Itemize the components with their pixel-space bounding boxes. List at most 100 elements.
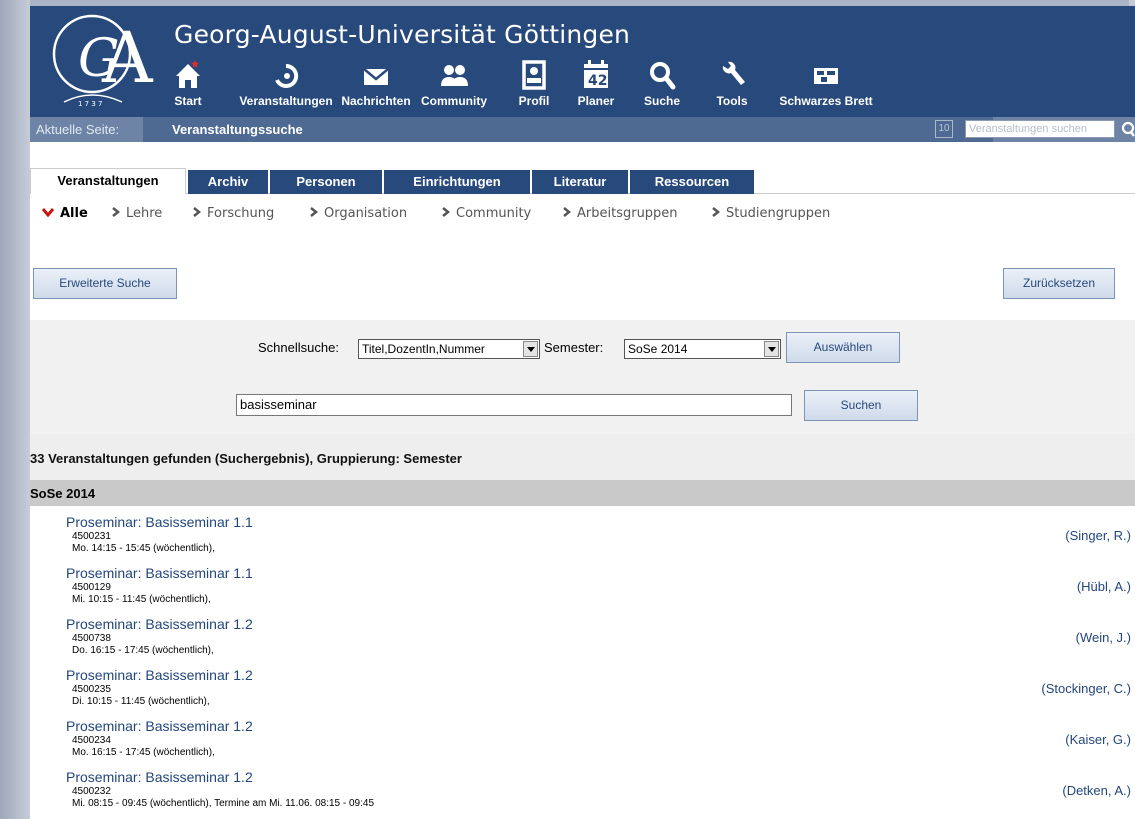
result-row: Proseminar: Basisseminar 1.1 4500129 Mi.… xyxy=(30,557,1135,608)
home-icon xyxy=(168,54,208,92)
course-time: Mo. 16:15 - 17:45 (wöchentlich), xyxy=(72,747,215,758)
nav-schwarzes-brett[interactable]: Schwarzes Brett xyxy=(772,54,880,114)
seminar-icon xyxy=(266,54,306,92)
subnav-label: Organisation xyxy=(324,206,408,221)
tab-personen[interactable]: Personen xyxy=(270,170,382,194)
subnav-community[interactable]: Community xyxy=(442,206,531,221)
search-input[interactable]: basisseminar xyxy=(236,394,792,416)
course-number: 4500234 xyxy=(72,735,111,746)
course-number: 4500235 xyxy=(72,684,111,695)
board-icon xyxy=(806,54,846,92)
current-page-label: Aktuelle Seite: xyxy=(36,122,120,137)
calendar-badge: 42 xyxy=(588,73,607,89)
subnav-alle[interactable]: Alle xyxy=(42,206,88,221)
select-button[interactable]: Auswählen xyxy=(786,332,900,363)
reset-button[interactable]: Zurücksetzen xyxy=(1003,268,1115,299)
nav-label: Profil xyxy=(518,94,550,108)
lecturer-link[interactable]: (Hübl, A.) xyxy=(1077,579,1131,594)
chevron-right-icon xyxy=(563,207,571,217)
quicksearch-select-value: Titel,DozentIn,Nummer xyxy=(362,342,485,356)
advanced-search-button[interactable]: Erweiterte Suche xyxy=(33,268,177,299)
current-page-bar: Aktuelle Seite: Veranstaltungssuche 10 V… xyxy=(30,117,1135,142)
nav-label: Nachrichten xyxy=(341,94,411,108)
nav-label: Start xyxy=(174,94,202,108)
subnav-organisation[interactable]: Organisation xyxy=(310,206,407,221)
chevron-down-icon xyxy=(42,208,54,217)
subnav-label: Community xyxy=(456,206,532,221)
course-time: Mi. 10:15 - 11:45 (wöchentlich), xyxy=(72,594,211,605)
result-row: Proseminar: Basisseminar 1.2 4500738 Do.… xyxy=(30,608,1135,659)
tab-archiv[interactable]: Archiv xyxy=(188,170,268,194)
tab-veranstaltungen[interactable]: Veranstaltungen xyxy=(30,168,186,194)
course-title-link[interactable]: Proseminar: Basisseminar 1.2 xyxy=(66,616,253,632)
current-page-value: Veranstaltungssuche xyxy=(172,122,303,137)
course-number: 4500738 xyxy=(72,633,111,644)
chevron-down-icon xyxy=(523,341,538,357)
nav-tools[interactable]: Tools xyxy=(708,54,756,114)
nav-label: Schwarzes Brett xyxy=(779,94,873,108)
course-number: 4500232 xyxy=(72,786,111,797)
chevron-down-icon xyxy=(764,341,779,357)
subnav-label: Studiengruppen xyxy=(726,206,831,221)
nav-label: Community xyxy=(421,94,487,108)
tab-ressourcen[interactable]: Ressourcen xyxy=(630,170,754,194)
course-title-link[interactable]: Proseminar: Basisseminar 1.2 xyxy=(66,769,253,785)
course-time: Mi. 08:15 - 09:45 (wöchentlich), Termine… xyxy=(72,798,375,809)
result-row: Proseminar: Basisseminar 1.2 4500232 Mi.… xyxy=(30,761,1135,812)
nav-label: Planer xyxy=(577,94,615,108)
search-icon xyxy=(642,54,682,92)
tab-literatur[interactable]: Literatur xyxy=(532,170,628,194)
nav-community[interactable]: Community xyxy=(414,54,494,114)
chevron-right-icon xyxy=(193,207,201,217)
course-number: 4500129 xyxy=(72,582,111,593)
semester-select-value: SoSe 2014 xyxy=(628,342,688,356)
quicksearch-input[interactable]: Veranstaltungen suchen xyxy=(965,120,1115,138)
site-header: G A 1 7 3 7 Georg-August-Universität Göt… xyxy=(30,6,1135,117)
quicksearch-icon[interactable] xyxy=(1120,119,1135,139)
chevron-right-icon xyxy=(712,207,720,217)
tab-einrichtungen[interactable]: Einrichtungen xyxy=(384,170,530,194)
nav-start[interactable]: Start xyxy=(164,54,212,114)
profile-icon xyxy=(514,54,554,92)
course-title-link[interactable]: Proseminar: Basisseminar 1.2 xyxy=(66,718,253,734)
semester-label: Semester: xyxy=(544,340,604,355)
quicksearch-counter: 10 xyxy=(935,120,953,138)
lecturer-link[interactable]: (Kaiser, G.) xyxy=(1065,732,1131,747)
quicksearch-select[interactable]: Titel,DozentIn,Nummer xyxy=(358,339,540,359)
lecturer-link[interactable]: (Stockinger, C.) xyxy=(1041,681,1131,696)
subnav-studiengruppen[interactable]: Studiengruppen xyxy=(712,206,830,221)
nav-nachrichten[interactable]: Nachrichten xyxy=(340,54,412,114)
nav-profil[interactable]: Profil xyxy=(514,54,554,114)
university-title: Georg-August-Universität Göttingen xyxy=(174,20,631,49)
nav-suche[interactable]: Suche xyxy=(638,54,686,114)
university-logo[interactable]: G A 1 7 3 7 xyxy=(44,10,166,110)
subnav-forschung[interactable]: Forschung xyxy=(193,206,274,221)
lecturer-link[interactable]: (Detken, A.) xyxy=(1062,783,1131,798)
result-row: Proseminar: Basisseminar 1.2 4500234 Mo.… xyxy=(30,710,1135,761)
course-number: 4500231 xyxy=(72,531,111,542)
lecturer-link[interactable]: (Singer, R.) xyxy=(1065,528,1131,543)
course-time: Di. 10:15 - 11:45 (wöchentlich), xyxy=(72,696,210,707)
semester-select[interactable]: SoSe 2014 xyxy=(624,339,781,359)
subnav-arbeitsgruppen[interactable]: Arbeitsgruppen xyxy=(563,206,678,221)
search-button[interactable]: Suchen xyxy=(804,390,918,421)
result-summary-bar: 33 Veranstaltungen gefunden (Suchergebni… xyxy=(30,434,1135,480)
svg-text:1 7 3 7: 1 7 3 7 xyxy=(78,100,103,108)
course-title-link[interactable]: Proseminar: Basisseminar 1.2 xyxy=(66,667,253,683)
nav-veranstaltungen[interactable]: Veranstaltungen xyxy=(232,54,340,114)
chevron-right-icon xyxy=(442,207,450,217)
search-panel: Schnellsuche: Titel,DozentIn,Nummer Seme… xyxy=(30,320,1135,434)
chevron-right-icon xyxy=(310,207,318,217)
course-time: Mo. 14:15 - 15:45 (wöchentlich), xyxy=(72,543,215,554)
lecturer-link[interactable]: (Wein, J.) xyxy=(1076,630,1131,645)
course-title-link[interactable]: Proseminar: Basisseminar 1.1 xyxy=(66,565,253,581)
subnav-label: Forschung xyxy=(207,206,275,221)
mail-icon xyxy=(356,54,396,92)
course-title-link[interactable]: Proseminar: Basisseminar 1.1 xyxy=(66,514,253,530)
calendar-icon: 42 xyxy=(576,54,616,92)
nav-planer[interactable]: 42 Planer xyxy=(572,54,620,114)
subnav-lehre[interactable]: Lehre xyxy=(112,206,162,221)
result-summary: 33 Veranstaltungen gefunden (Suchergebni… xyxy=(30,451,462,466)
course-time: Do. 16:15 - 17:45 (wöchentlich), xyxy=(72,645,214,656)
wrench-icon xyxy=(712,54,752,92)
